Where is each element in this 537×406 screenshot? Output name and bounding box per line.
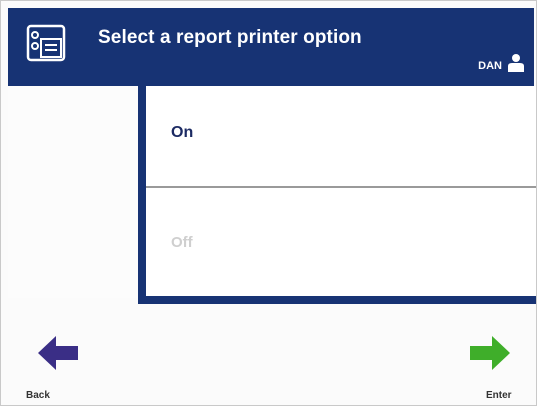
title-bar: Select a report printer option DAN	[8, 8, 534, 86]
printer-settings-icon	[26, 24, 66, 62]
enter-label: Enter	[486, 390, 512, 401]
left-pane	[8, 86, 138, 298]
options-panel: On Off	[138, 86, 536, 304]
user-icon	[508, 54, 524, 72]
option-on[interactable]: On	[146, 86, 536, 186]
enter-button[interactable]: Enter	[458, 333, 528, 403]
back-button[interactable]: Back	[22, 333, 82, 403]
back-label: Back	[26, 390, 50, 401]
arrow-right-icon	[470, 336, 510, 370]
page-title: Select a report printer option	[98, 27, 362, 48]
option-on-label: On	[171, 124, 194, 141]
arrow-left-icon	[38, 336, 78, 370]
option-off-label: Off	[171, 234, 193, 251]
user-name: DAN	[478, 60, 502, 72]
option-divider	[146, 186, 536, 188]
option-off: Off	[146, 189, 536, 289]
